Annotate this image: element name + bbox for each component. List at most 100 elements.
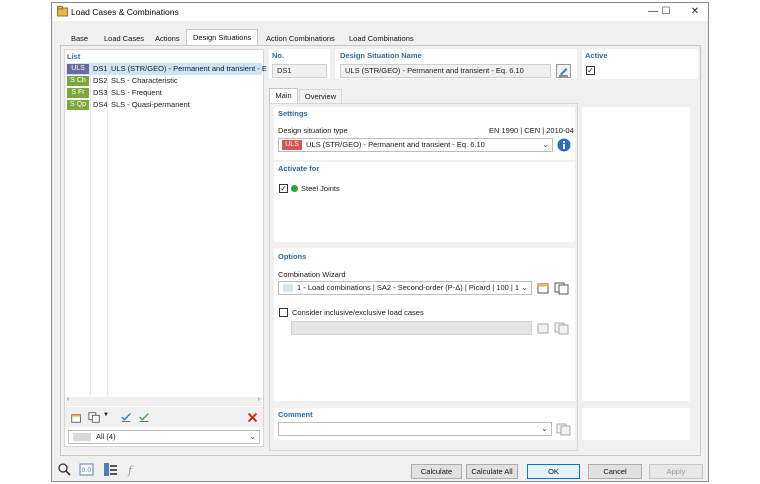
steel-joints-label: Steel Joints [301, 184, 340, 193]
combination-wizard-label: Combination Wizard [278, 270, 346, 279]
inclusive-exclusive-label: Consider inclusive/exclusive load cases [292, 308, 424, 317]
copy-dropdown-icon[interactable]: ▼ [103, 412, 109, 418]
wizard-color-swatch [283, 284, 293, 292]
activate-for-section: Activate for ✓ Steel Joints [274, 162, 575, 242]
list-item-ds1[interactable]: ULS DS1 ULS (STR/GEO) - Permanent and tr… [66, 63, 267, 75]
standard-label: EN 1990 | CEN | 2010-04 [489, 126, 574, 135]
list-item-code: DS2 [93, 76, 108, 85]
settings-section: Settings Design situation type EN 1990 |… [274, 107, 575, 160]
cancel-button[interactable]: Cancel [588, 464, 642, 479]
calculate-button[interactable]: Calculate [411, 464, 462, 479]
units-icon[interactable]: 0.0 [79, 462, 94, 477]
list-item-ds3[interactable]: S Fr DS3 SLS - Frequent [66, 87, 262, 99]
list-item-ds4[interactable]: S Qp DS4 SLS - Quasi-permanent [66, 99, 262, 111]
inclusive-exclusive-field[interactable] [291, 321, 532, 335]
options-section: Options Combination Wizard 1 - Load comb… [274, 248, 575, 401]
side-panel [582, 107, 690, 401]
delete-icon[interactable] [245, 410, 260, 425]
edit-name-icon[interactable] [556, 64, 571, 78]
design-situation-type-value: ULS (STR/GEO) - Permanent and transient … [306, 140, 485, 149]
edit-inclusive-icon[interactable] [554, 321, 569, 335]
chevron-down-icon: ⌄ [521, 283, 528, 292]
list-item-code: DS4 [93, 100, 108, 109]
new-inclusive-icon[interactable] [536, 321, 551, 335]
combination-wizard-select[interactable]: 1 - Load combinations | SA2 - Second-ord… [278, 281, 532, 295]
app-icon [57, 6, 68, 17]
column-divider [90, 63, 91, 395]
number-section: No. DS1 [269, 49, 330, 79]
info-icon[interactable] [557, 138, 571, 152]
number-field[interactable]: DS1 [272, 64, 327, 78]
table-settings-icon[interactable] [103, 462, 118, 477]
subtab-overview[interactable]: Overview [299, 89, 342, 103]
list-panel: List ULS DS1 ULS (STR/GEO) - Permanent a… [64, 49, 267, 447]
calculate-all-button[interactable]: Calculate All [466, 464, 518, 479]
scroll-left-icon[interactable]: ‹ [67, 396, 69, 403]
tab-actions[interactable]: Actions [148, 30, 187, 45]
check-all-icon[interactable] [119, 410, 134, 425]
steel-joints-checkbox[interactable]: ✓ [279, 184, 288, 193]
tab-load-combinations[interactable]: Load Combinations [342, 30, 421, 45]
svg-text:0.0: 0.0 [82, 467, 92, 474]
window-title: Load Cases & Combinations [71, 7, 179, 17]
comment-copy-icon[interactable] [556, 422, 571, 436]
status-dot-icon [291, 185, 298, 192]
new-wizard-icon[interactable] [536, 281, 551, 295]
name-label: Design Situation Name [340, 51, 422, 60]
uls-badge: ULS [67, 64, 89, 74]
copy-item-icon[interactable] [87, 410, 102, 425]
search-icon[interactable] [57, 462, 72, 477]
close-button[interactable]: ✕ [680, 3, 710, 21]
maximize-button[interactable]: ☐ [651, 3, 681, 21]
chevron-down-icon: ⌄ [249, 432, 256, 441]
function-icon[interactable]: f [126, 462, 141, 477]
uncheck-all-icon[interactable] [137, 410, 152, 425]
subtab-main[interactable]: Main [269, 88, 298, 103]
active-checkbox[interactable]: ✓ [586, 66, 595, 75]
tab-base[interactable]: Base [64, 30, 95, 45]
chevron-down-icon: ⌄ [541, 424, 548, 433]
list-item-code: DS1 [93, 64, 108, 73]
sls-ch-badge: S Ch [67, 76, 89, 86]
ok-button[interactable]: OK [527, 464, 580, 479]
edit-wizard-icon[interactable] [554, 281, 569, 295]
sls-fr-badge: S Fr [67, 88, 89, 98]
comment-title: Comment [278, 410, 313, 419]
list-filter-select[interactable]: All (4) ⌄ [68, 430, 260, 444]
design-situation-type-label: Design situation type [278, 126, 348, 135]
dialog-window: Load Cases & Combinations — ☐ ✕ Base Loa… [51, 2, 709, 482]
list-item-name: SLS - Quasi-permanent [111, 100, 190, 109]
list-item-ds2[interactable]: S Ch DS2 SLS - Characteristic [66, 75, 262, 87]
name-field[interactable]: ULS (STR/GEO) - Permanent and transient … [340, 64, 551, 78]
design-situation-type-select[interactable]: ULS ULS (STR/GEO) - Permanent and transi… [278, 138, 553, 152]
uls-type-badge: ULS [282, 140, 302, 150]
svg-text:f: f [127, 464, 134, 477]
active-section: Active ✓ [582, 49, 698, 79]
activate-for-title: Activate for [278, 164, 320, 173]
column-divider [107, 63, 108, 395]
new-item-icon[interactable] [69, 410, 84, 425]
name-section: Design Situation Name ULS (STR/GEO) - Pe… [335, 49, 577, 79]
comment-section: Comment ⌄ [274, 408, 575, 440]
tab-design-situations[interactable]: Design Situations [186, 29, 259, 46]
sls-qp-badge: S Qp [67, 100, 89, 110]
inclusive-exclusive-checkbox[interactable] [279, 308, 288, 317]
list-title: List [67, 52, 81, 61]
list-item-name: ULS (STR/GEO) - Permanent and transient … [111, 64, 267, 73]
design-situation-list: ULS DS1 ULS (STR/GEO) - Permanent and tr… [66, 63, 267, 111]
title-bar: Load Cases & Combinations — ☐ ✕ [52, 3, 708, 21]
apply-button[interactable]: Apply [649, 464, 703, 479]
filter-color-swatch [73, 433, 91, 441]
comment-select[interactable]: ⌄ [278, 422, 552, 436]
tab-load-cases[interactable]: Load Cases [97, 30, 151, 45]
horizontal-scrollbar[interactable]: ‹ › [66, 396, 262, 406]
list-item-name: SLS - Frequent [111, 88, 162, 97]
options-title: Options [278, 252, 307, 261]
settings-title: Settings [278, 109, 308, 118]
filter-value: All (4) [96, 432, 116, 441]
chevron-down-icon: ⌄ [542, 140, 549, 149]
active-label: Active [585, 51, 608, 60]
list-toolbar: ▼ [65, 407, 263, 427]
scroll-right-icon[interactable]: › [258, 396, 260, 403]
tab-action-combinations[interactable]: Action Combinations [259, 30, 342, 45]
